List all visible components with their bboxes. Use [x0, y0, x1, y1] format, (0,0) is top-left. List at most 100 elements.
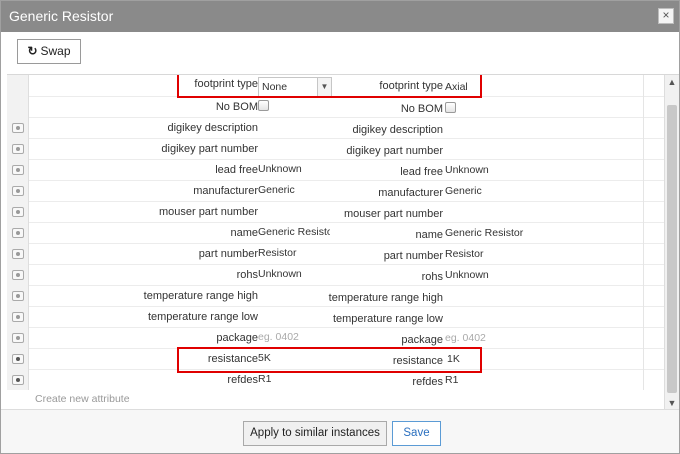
attribute-row-lead-free: lead free Unknown lead free Unknown	[7, 160, 664, 181]
attribute-row-part-number: part number Resistor part number Resisto…	[7, 244, 664, 265]
attribute-row-footprint-type: footprint type None ▼ footprint type Axi…	[7, 75, 664, 97]
row-end-cell	[643, 349, 664, 370]
eye-icon[interactable]	[12, 375, 24, 385]
swap-label: Swap	[40, 44, 71, 58]
eye-icon[interactable]	[12, 186, 24, 196]
digikey-description-label-left: digikey description	[167, 122, 259, 134]
package-label-right: package	[401, 334, 443, 346]
footprint-type-label-right: footprint type	[379, 80, 443, 92]
temperature-range-high-label-left: temperature range high	[143, 290, 258, 302]
manufacturer-value-left[interactable]: Generic	[258, 184, 330, 196]
eye-column	[7, 265, 29, 286]
row-end-cell	[643, 75, 664, 97]
part-number-label-right: part number	[383, 250, 443, 262]
footprint-type-select-left[interactable]: None ▼	[258, 77, 332, 97]
attribute-row-package: package eg. 0402 package eg. 0402	[7, 328, 664, 349]
package-input-right[interactable]: eg. 0402	[445, 332, 486, 344]
temperature-range-low-label-right: temperature range low	[332, 313, 443, 325]
eye-icon[interactable]	[12, 270, 24, 280]
eye-icon[interactable]	[12, 333, 24, 343]
swap-button[interactable]: ↻ Swap	[17, 39, 81, 64]
footprint-type-label-left: footprint type	[194, 78, 258, 90]
digikey-part-number-label-left: digikey part number	[161, 143, 258, 155]
lead-free-label-left: lead free	[215, 164, 258, 176]
scroll-down-icon[interactable]: ▼	[665, 396, 679, 409]
eye-column	[7, 244, 29, 265]
attribute-row-no-bom: No BOM No BOM	[7, 97, 664, 118]
eye-column	[7, 223, 29, 244]
resistance-value-right[interactable]: 1K	[447, 353, 460, 365]
manufacturer-label-left: manufacturer	[193, 185, 258, 197]
no-bom-checkbox-left[interactable]	[258, 100, 269, 111]
eye-icon[interactable]	[12, 249, 24, 259]
refdes-label-right: refdes	[412, 376, 443, 388]
save-button[interactable]: Save	[392, 421, 441, 446]
eye-icon[interactable]	[12, 228, 24, 238]
attribute-row-digikey-part-number: digikey part number digikey part number	[7, 139, 664, 160]
row-end-cell	[643, 202, 664, 223]
rohs-label-right: rohs	[421, 271, 443, 283]
mouser-part-number-label-left: mouser part number	[158, 206, 258, 218]
eye-column	[7, 75, 29, 97]
eye-column	[7, 370, 29, 391]
eye-column	[7, 349, 29, 370]
vertical-scrollbar[interactable]: ▲ ▼	[664, 75, 679, 409]
part-number-value-right[interactable]: Resistor	[445, 248, 484, 260]
row-end-cell	[643, 370, 664, 391]
lead-free-value-left[interactable]: Unknown	[258, 163, 330, 175]
eye-icon[interactable]	[12, 165, 24, 175]
rohs-value-right[interactable]: Unknown	[445, 269, 489, 281]
footprint-type-value-left: None	[262, 81, 288, 93]
eye-icon[interactable]	[12, 312, 24, 322]
no-bom-checkbox-right[interactable]	[445, 102, 456, 113]
refdes-value-left[interactable]: R1	[258, 373, 330, 385]
close-button[interactable]: ×	[658, 8, 674, 24]
digikey-description-label-right: digikey description	[352, 124, 444, 136]
eye-column	[7, 286, 29, 307]
row-end-cell	[643, 286, 664, 307]
manufacturer-label-right: manufacturer	[378, 187, 443, 199]
row-end-cell	[643, 97, 664, 118]
rohs-value-left[interactable]: Unknown	[258, 268, 330, 280]
chevron-down-icon: ▼	[317, 78, 331, 96]
eye-icon[interactable]	[12, 354, 24, 364]
eye-column	[7, 202, 29, 223]
footprint-type-value-right[interactable]: Axial	[445, 81, 468, 93]
attribute-row-refdes: refdes R1 refdes R1	[7, 370, 664, 391]
scroll-up-icon[interactable]: ▲	[665, 75, 679, 89]
dialog-title: Generic Resistor	[9, 8, 114, 24]
lead-free-value-right[interactable]: Unknown	[445, 164, 489, 176]
name-value-left[interactable]: Generic Resisto	[258, 226, 330, 238]
attribute-grid: footprint type None ▼ footprint type Axi…	[7, 74, 679, 409]
part-number-label-left: part number	[198, 248, 258, 260]
part-number-value-left[interactable]: Resistor	[258, 247, 330, 259]
scroll-thumb[interactable]	[667, 105, 677, 393]
row-end-cell	[643, 265, 664, 286]
resistance-label-left: resistance	[207, 353, 258, 365]
eye-icon[interactable]	[12, 207, 24, 217]
eye-column	[7, 97, 29, 118]
name-label-right: name	[415, 229, 443, 241]
row-end-cell	[643, 244, 664, 265]
package-input-left[interactable]: eg. 0402	[258, 331, 330, 343]
attribute-row-mouser-part-number: mouser part number mouser part number	[7, 202, 664, 223]
eye-icon[interactable]	[12, 144, 24, 154]
refdes-label-left: refdes	[227, 374, 258, 386]
lead-free-label-right: lead free	[400, 166, 443, 178]
digikey-part-number-label-right: digikey part number	[346, 145, 443, 157]
temperature-range-high-label-right: temperature range high	[328, 292, 443, 304]
attribute-row-name: name Generic Resisto name Generic Resist…	[7, 223, 664, 244]
eye-column	[7, 181, 29, 202]
name-value-right[interactable]: Generic Resistor	[445, 227, 523, 239]
eye-column	[7, 118, 29, 139]
rohs-label-left: rohs	[236, 269, 258, 281]
eye-icon[interactable]	[12, 291, 24, 301]
eye-icon[interactable]	[12, 123, 24, 133]
manufacturer-value-right[interactable]: Generic	[445, 185, 482, 197]
create-attribute-input[interactable]: Create new attribute	[35, 393, 130, 405]
refdes-value-right[interactable]: R1	[445, 374, 458, 386]
apply-to-similar-instances-button[interactable]: Apply to similar instances	[243, 421, 387, 446]
resistance-value-left[interactable]: 5K	[258, 352, 330, 364]
toolbar: ↻ Swap	[1, 32, 679, 74]
row-end-cell	[643, 328, 664, 349]
